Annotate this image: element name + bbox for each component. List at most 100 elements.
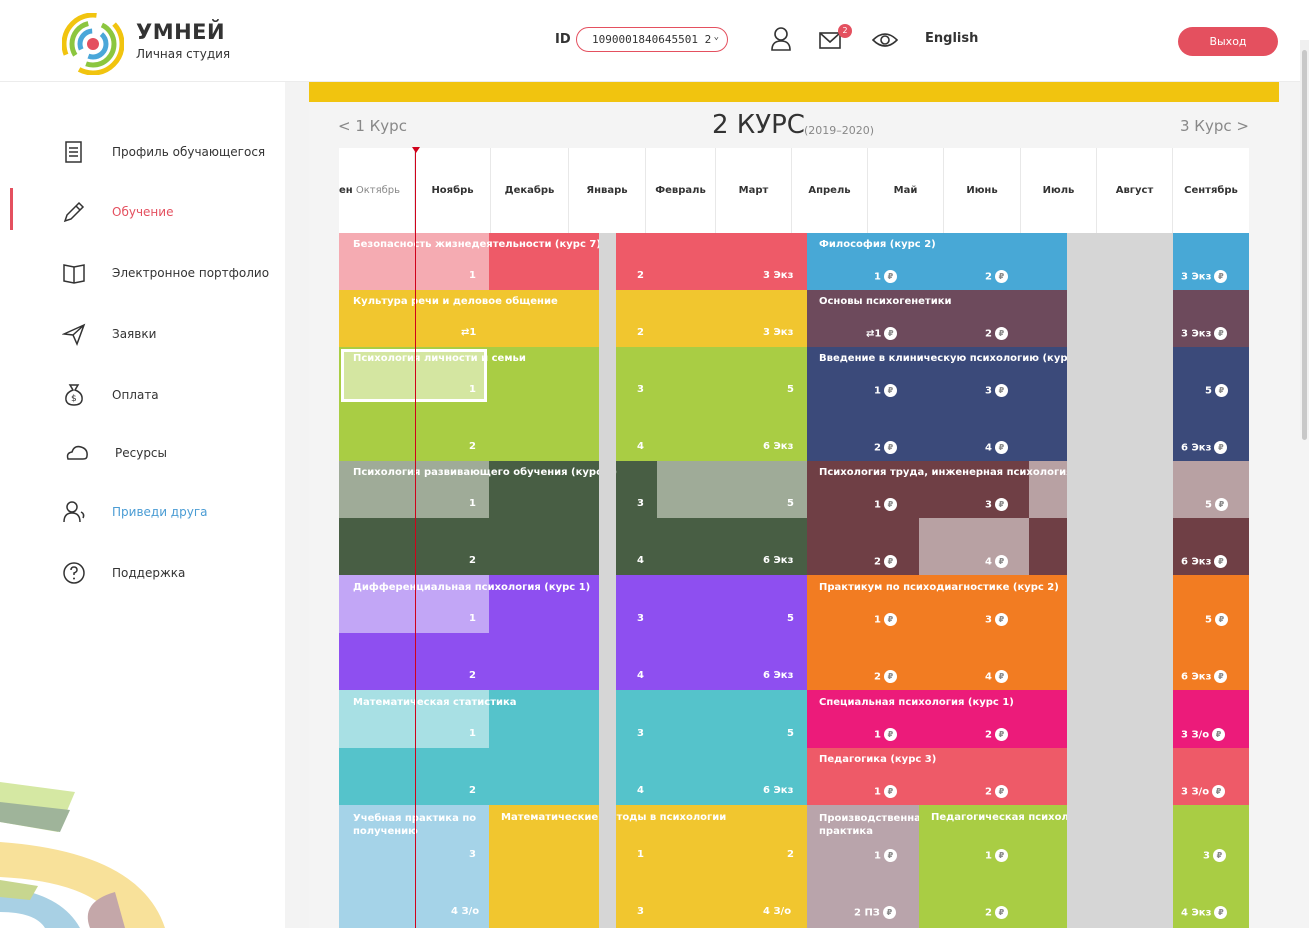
session-mark: 4 З/о bbox=[763, 906, 792, 917]
session-mark: 6 Экз bbox=[763, 670, 794, 681]
month-header: Май bbox=[868, 148, 944, 233]
scrollbar-thumb[interactable] bbox=[1302, 50, 1307, 440]
session-mark: 6 Экз ₽ bbox=[1181, 441, 1228, 454]
course-block-faded[interactable] bbox=[339, 461, 489, 518]
prev-course-link[interactable]: < 1 Курс bbox=[338, 117, 407, 135]
session-mark: 4 bbox=[637, 555, 644, 566]
money-bag-icon: $ bbox=[65, 384, 83, 406]
course-block-faded[interactable] bbox=[919, 518, 1029, 575]
ruble-icon: ₽ bbox=[884, 327, 898, 340]
mark-number: 5 bbox=[1205, 614, 1212, 626]
course-block-faded[interactable] bbox=[341, 349, 487, 402]
eye-icon[interactable] bbox=[872, 30, 898, 50]
brand-logo[interactable] bbox=[62, 13, 124, 75]
course-block[interactable] bbox=[807, 233, 1067, 290]
course-block[interactable] bbox=[807, 347, 1067, 461]
session-mark: 6 Экз ₽ bbox=[1181, 670, 1228, 683]
chevron-down-icon: ⌄ bbox=[713, 32, 719, 42]
pen-icon bbox=[63, 201, 85, 223]
course-block[interactable] bbox=[807, 575, 1067, 690]
sidebar-item-requests[interactable]: Заявки bbox=[0, 314, 285, 354]
sidebar-item-invite-friend[interactable]: Приведи друга bbox=[0, 492, 285, 532]
sidebar-item-label: Заявки bbox=[112, 327, 157, 341]
sidebar-item-portfolio[interactable]: Электронное портфолио bbox=[0, 253, 285, 293]
id-select[interactable]: 1090001840645501 2 ⌄ bbox=[576, 27, 728, 52]
ruble-icon: ₽ bbox=[1214, 670, 1228, 683]
mark-number: 3 bbox=[985, 614, 992, 626]
ruble-icon: ₽ bbox=[994, 270, 1008, 283]
ruble-icon: ₽ bbox=[882, 906, 896, 919]
mark-number: 6 Экз bbox=[1181, 556, 1212, 568]
session-mark: 4 bbox=[637, 670, 644, 681]
sidebar-item-payment[interactable]: $ Оплата bbox=[0, 375, 285, 415]
mark-number: 3 Экз bbox=[1181, 328, 1212, 340]
ruble-icon: ₽ bbox=[883, 849, 897, 862]
course-block[interactable] bbox=[807, 290, 1067, 347]
sidebar-item-label: Приведи друга bbox=[112, 505, 208, 519]
ruble-icon: ₽ bbox=[883, 785, 897, 798]
course-block[interactable] bbox=[807, 748, 1067, 805]
month-header: Сентябрь bbox=[1173, 148, 1249, 233]
mark-number: 3 bbox=[985, 499, 992, 511]
session-mark: 4 ₽ bbox=[985, 670, 1008, 683]
session-mark: 3 bbox=[637, 384, 644, 395]
scrollbar[interactable] bbox=[1300, 40, 1309, 440]
ruble-icon: ₽ bbox=[1212, 785, 1226, 798]
course-block[interactable] bbox=[807, 690, 1067, 748]
language-switch[interactable]: English bbox=[925, 31, 978, 46]
session-mark: 1 bbox=[469, 498, 476, 509]
book-icon bbox=[63, 264, 85, 284]
mark-number: 3 bbox=[1203, 850, 1210, 862]
mark-number: 2 bbox=[874, 556, 881, 568]
mark-number: 1 bbox=[874, 499, 881, 511]
month-header: Ноябрь bbox=[415, 148, 491, 233]
sidebar-item-profile[interactable]: Профиль обучающегося bbox=[0, 132, 285, 172]
session-mark: 4 bbox=[637, 441, 644, 452]
course-block[interactable] bbox=[489, 233, 599, 290]
header-strip bbox=[309, 82, 1279, 102]
course-block-faded[interactable] bbox=[339, 690, 489, 748]
paper-plane-icon bbox=[62, 323, 86, 346]
session-mark: 6 Экз ₽ bbox=[1181, 555, 1228, 568]
course-year: (2019–2020) bbox=[804, 124, 875, 137]
ruble-icon: ₽ bbox=[1214, 906, 1228, 919]
course-block-faded[interactable] bbox=[1029, 461, 1067, 518]
course-block-faded[interactable] bbox=[339, 233, 489, 290]
course-block[interactable] bbox=[339, 290, 807, 347]
month-label: Май bbox=[893, 185, 918, 196]
user-icon[interactable] bbox=[770, 26, 792, 52]
sidebar-item-resources[interactable]: Ресурсы bbox=[0, 433, 285, 473]
month-prefix: ен bbox=[339, 185, 353, 196]
session-mark: 2 ₽ bbox=[985, 906, 1008, 919]
session-mark: 3 Экз ₽ bbox=[1181, 270, 1228, 283]
month-header: Январь bbox=[569, 148, 646, 233]
course-block[interactable] bbox=[489, 805, 807, 928]
session-mark: 5 bbox=[787, 728, 794, 739]
ruble-icon: ₽ bbox=[883, 498, 897, 511]
session-mark: 5 ₽ bbox=[1205, 613, 1228, 626]
ruble-icon: ₽ bbox=[1214, 327, 1228, 340]
active-indicator bbox=[10, 188, 13, 230]
course-block[interactable] bbox=[616, 233, 807, 290]
profile-doc-icon bbox=[65, 141, 82, 163]
ruble-icon: ₽ bbox=[994, 728, 1008, 741]
month-label: Октябрь bbox=[355, 185, 401, 196]
session-mark: 2 ₽ bbox=[985, 785, 1008, 798]
page-gutter bbox=[285, 82, 309, 928]
session-mark: 1 ₽ bbox=[874, 498, 897, 511]
session-mark: 1 bbox=[469, 270, 476, 281]
sidebar-item-learning[interactable]: Обучение bbox=[0, 188, 285, 232]
course-block-faded[interactable] bbox=[657, 461, 807, 518]
next-course-link[interactable]: 3 Курс > bbox=[1180, 117, 1249, 135]
help-icon bbox=[63, 562, 85, 584]
course-block-faded[interactable] bbox=[339, 575, 489, 633]
sidebar-item-label: Поддержка bbox=[112, 566, 186, 580]
exit-button[interactable]: Выход bbox=[1178, 27, 1278, 56]
month-label: Декабрь bbox=[504, 185, 555, 196]
sidebar: Профиль обучающегося Обучение Электронно… bbox=[0, 82, 285, 928]
session-mark: 3 bbox=[637, 498, 644, 509]
month-header: Март bbox=[716, 148, 792, 233]
sidebar-item-support[interactable]: Поддержка bbox=[0, 553, 285, 593]
ruble-icon: ₽ bbox=[883, 384, 897, 397]
id-value: 1090001840645501 2 bbox=[592, 33, 712, 46]
